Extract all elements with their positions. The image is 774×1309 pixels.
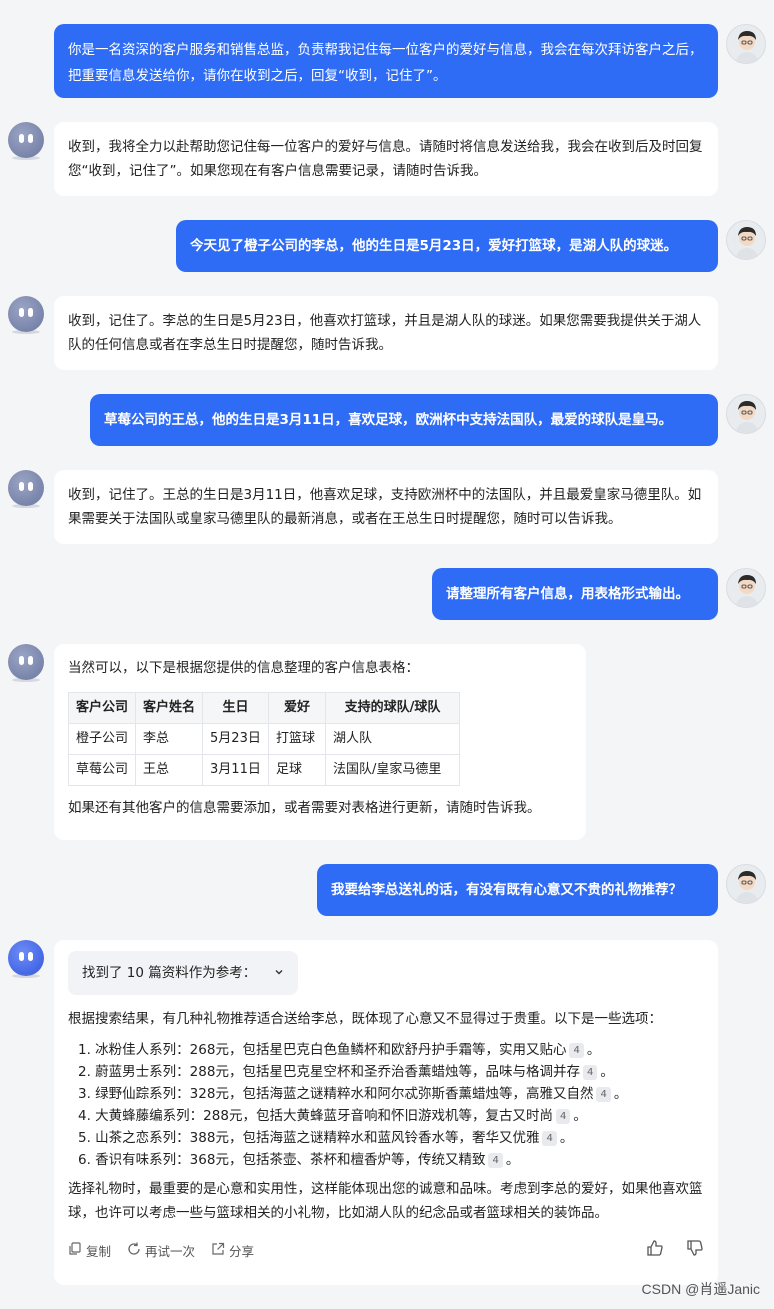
table-cell: 橙子公司 <box>67 723 137 755</box>
user-message-text: 今天见了橙子公司的李总，他的生日是5月23日，爱好打篮球，是湖人队的球迷。 <box>190 238 678 254</box>
table-row: 草莓公司 王总 3月11日 足球 法国队/皇家马德里 <box>67 754 461 786</box>
share-icon <box>211 1240 225 1264</box>
user-message-3: 草莓公司的王总，他的生日是3月11日，喜欢足球，欧洲杯中支持法国队，最爱的球队是… <box>90 394 718 446</box>
user-message-1: 你是一名资深的客户服务和销售总监，负责帮我记住每一位客户的爱好与信息，我会在每次… <box>54 24 718 98</box>
assistant-avatar <box>8 940 44 976</box>
user-avatar <box>726 568 766 608</box>
message-actions: 复制 再试一次 分享 <box>68 1239 704 1265</box>
assistant-message-text: 选择礼物时，最重要的是心意和实用性，这样能体现出您的诚意和品味。考虑到李总的爱好… <box>68 1181 703 1221</box>
user-message-text: 你是一名资深的客户服务和销售总监，负责帮我记住每一位客户的爱好与信息，我会在每次… <box>68 42 703 84</box>
copy-label: 复制 <box>86 1244 112 1259</box>
table-cell: 打篮球 <box>268 723 327 755</box>
share-label: 分享 <box>229 1244 255 1259</box>
table-header: 支持的球队/球队 <box>325 692 461 724</box>
table-header: 生日 <box>202 692 270 724</box>
copy-icon <box>68 1240 82 1264</box>
citation-badge[interactable]: 4 <box>488 1153 503 1168</box>
user-message-5: 我要给李总送礼的话，有没有既有心意又不贵的礼物推荐？ <box>317 864 718 916</box>
references-toggle[interactable]: 找到了 10 篇资料作为参考： <box>68 951 299 995</box>
table-row: 橙子公司 李总 5月23日 打篮球 湖人队 <box>67 723 461 755</box>
citation-badge[interactable]: 4 <box>596 1087 611 1102</box>
assistant-avatar <box>8 296 44 332</box>
assistant-message-text: 根据搜索结果，有几种礼物推荐适合送给李总，既体现了心意又不显得过于贵重。以下是一… <box>68 1011 662 1027</box>
assistant-message-text: 当然可以，以下是根据您提供的信息整理的客户信息表格： <box>68 660 419 676</box>
assistant-message-3: 收到，记住了。王总的生日是3月11日，他喜欢足球，支持欧洲杯中的法国队，并且最爱… <box>54 470 718 544</box>
assistant-message-4: 当然可以，以下是根据您提供的信息整理的客户信息表格： 客户公司 客户姓名 生日 … <box>54 644 586 840</box>
list-item: 2. 蔚蓝男士系列：288元，包括星巴克星空杯和圣乔治香薰蜡烛等，品味与格调并存… <box>78 1064 614 1080</box>
assistant-avatar <box>8 122 44 158</box>
assistant-message-text: 收到，我将全力以赴帮助您记住每一位客户的爱好与信息。请随时将信息发送给我，我会在… <box>68 139 703 179</box>
user-message-text: 草莓公司的王总，他的生日是3月11日，喜欢足球，欧洲杯中支持法国队，最爱的球队是… <box>104 412 673 428</box>
assistant-message-text: 收到，记住了。王总的生日是3月11日，他喜欢足球，支持欧洲杯中的法国队，并且最爱… <box>68 487 702 527</box>
table-cell: 法国队/皇家马德里 <box>325 754 461 786</box>
table-header: 客户姓名 <box>135 692 204 724</box>
retry-button[interactable]: 再试一次 <box>127 1240 195 1264</box>
table-cell: 李总 <box>135 723 204 755</box>
chevron-down-icon <box>274 961 284 985</box>
user-message-text: 我要给李总送礼的话，有没有既有心意又不贵的礼物推荐？ <box>331 882 682 898</box>
share-button[interactable]: 分享 <box>211 1240 254 1264</box>
table-cell: 王总 <box>135 754 204 786</box>
user-avatar <box>726 24 766 64</box>
customer-table: 客户公司 客户姓名 生日 爱好 支持的球队/球队 橙子公司 李总 5月23日 打… <box>67 692 461 786</box>
references-label: 找到了 10 篇资料作为参考： <box>82 965 257 981</box>
copy-button[interactable]: 复制 <box>68 1240 111 1264</box>
assistant-message-text: 如果还有其他客户的信息需要添加，或者需要对表格进行更新，请随时告诉我。 <box>68 800 541 816</box>
table-cell: 草莓公司 <box>67 754 137 786</box>
table-cell: 湖人队 <box>325 723 461 755</box>
citation-badge[interactable]: 4 <box>555 1109 571 1124</box>
list-item: 3. 绿野仙踪系列：328元，包括海蓝之谜精粹水和阿尔忒弥斯香薰蜡烛等，高雅又自… <box>78 1086 628 1102</box>
assistant-message-1: 收到，我将全力以赴帮助您记住每一位客户的爱好与信息。请随时将信息发送给我，我会在… <box>54 122 718 196</box>
thumbs-up-icon[interactable] <box>646 1239 664 1265</box>
list-item: 4. 大黄蜂藤编系列：288元，包括大黄蜂蓝牙音响和怀旧游戏机等，复古又时尚 4。 <box>78 1108 587 1124</box>
assistant-avatar <box>8 644 44 680</box>
assistant-message-text: 收到，记住了。李总的生日是5月23日，他喜欢打篮球，并且是湖人队的球迷。如果您需… <box>68 313 702 353</box>
user-message-text: 请整理所有客户信息，用表格形式输出。 <box>446 586 689 602</box>
user-avatar <box>726 394 766 434</box>
user-message-2: 今天见了橙子公司的李总，他的生日是5月23日，爱好打篮球，是湖人队的球迷。 <box>176 220 718 272</box>
refresh-icon <box>127 1240 141 1264</box>
user-avatar <box>726 864 766 904</box>
assistant-message-5: 找到了 10 篇资料作为参考： 根据搜索结果，有几种礼物推荐适合送给李总，既体现… <box>54 940 718 1285</box>
watermark: CSDN @肖遥Janic <box>641 1281 760 1297</box>
citation-badge[interactable]: 4 <box>542 1131 557 1146</box>
list-item: 6. 香识有味系列：368元，包括茶壶、茶杯和檀香炉等，传统又精致 4。 <box>78 1152 520 1168</box>
list-item: 5. 山茶之恋系列：388元，包括海蓝之谜精粹水和蓝风铃香水等，奢华又优雅 4。 <box>78 1130 574 1146</box>
user-avatar <box>726 220 766 260</box>
assistant-avatar <box>8 470 44 506</box>
gift-list: 1. 冰粉佳人系列：268元，包括星巴克白色鱼鳞杯和欧舒丹护手霜等，实用又贴心 4… <box>68 1039 704 1171</box>
table-cell: 3月11日 <box>202 754 270 786</box>
table-cell: 足球 <box>268 754 327 786</box>
list-item: 1. 冰粉佳人系列：268元，包括星巴克白色鱼鳞杯和欧舒丹护手霜等，实用又贴心 4… <box>78 1042 601 1058</box>
retry-label: 再试一次 <box>145 1244 196 1259</box>
table-cell: 5月23日 <box>202 723 270 755</box>
thumbs-down-icon[interactable] <box>686 1239 704 1265</box>
user-message-4: 请整理所有客户信息，用表格形式输出。 <box>432 568 718 620</box>
assistant-message-2: 收到，记住了。李总的生日是5月23日，他喜欢打篮球，并且是湖人队的球迷。如果您需… <box>54 296 718 370</box>
table-header: 爱好 <box>268 692 327 724</box>
table-header: 客户公司 <box>67 692 137 724</box>
citation-badge[interactable]: 4 <box>582 1065 598 1080</box>
table-header-row: 客户公司 客户姓名 生日 爱好 支持的球队/球队 <box>67 692 461 724</box>
citation-badge[interactable]: 4 <box>569 1043 584 1058</box>
